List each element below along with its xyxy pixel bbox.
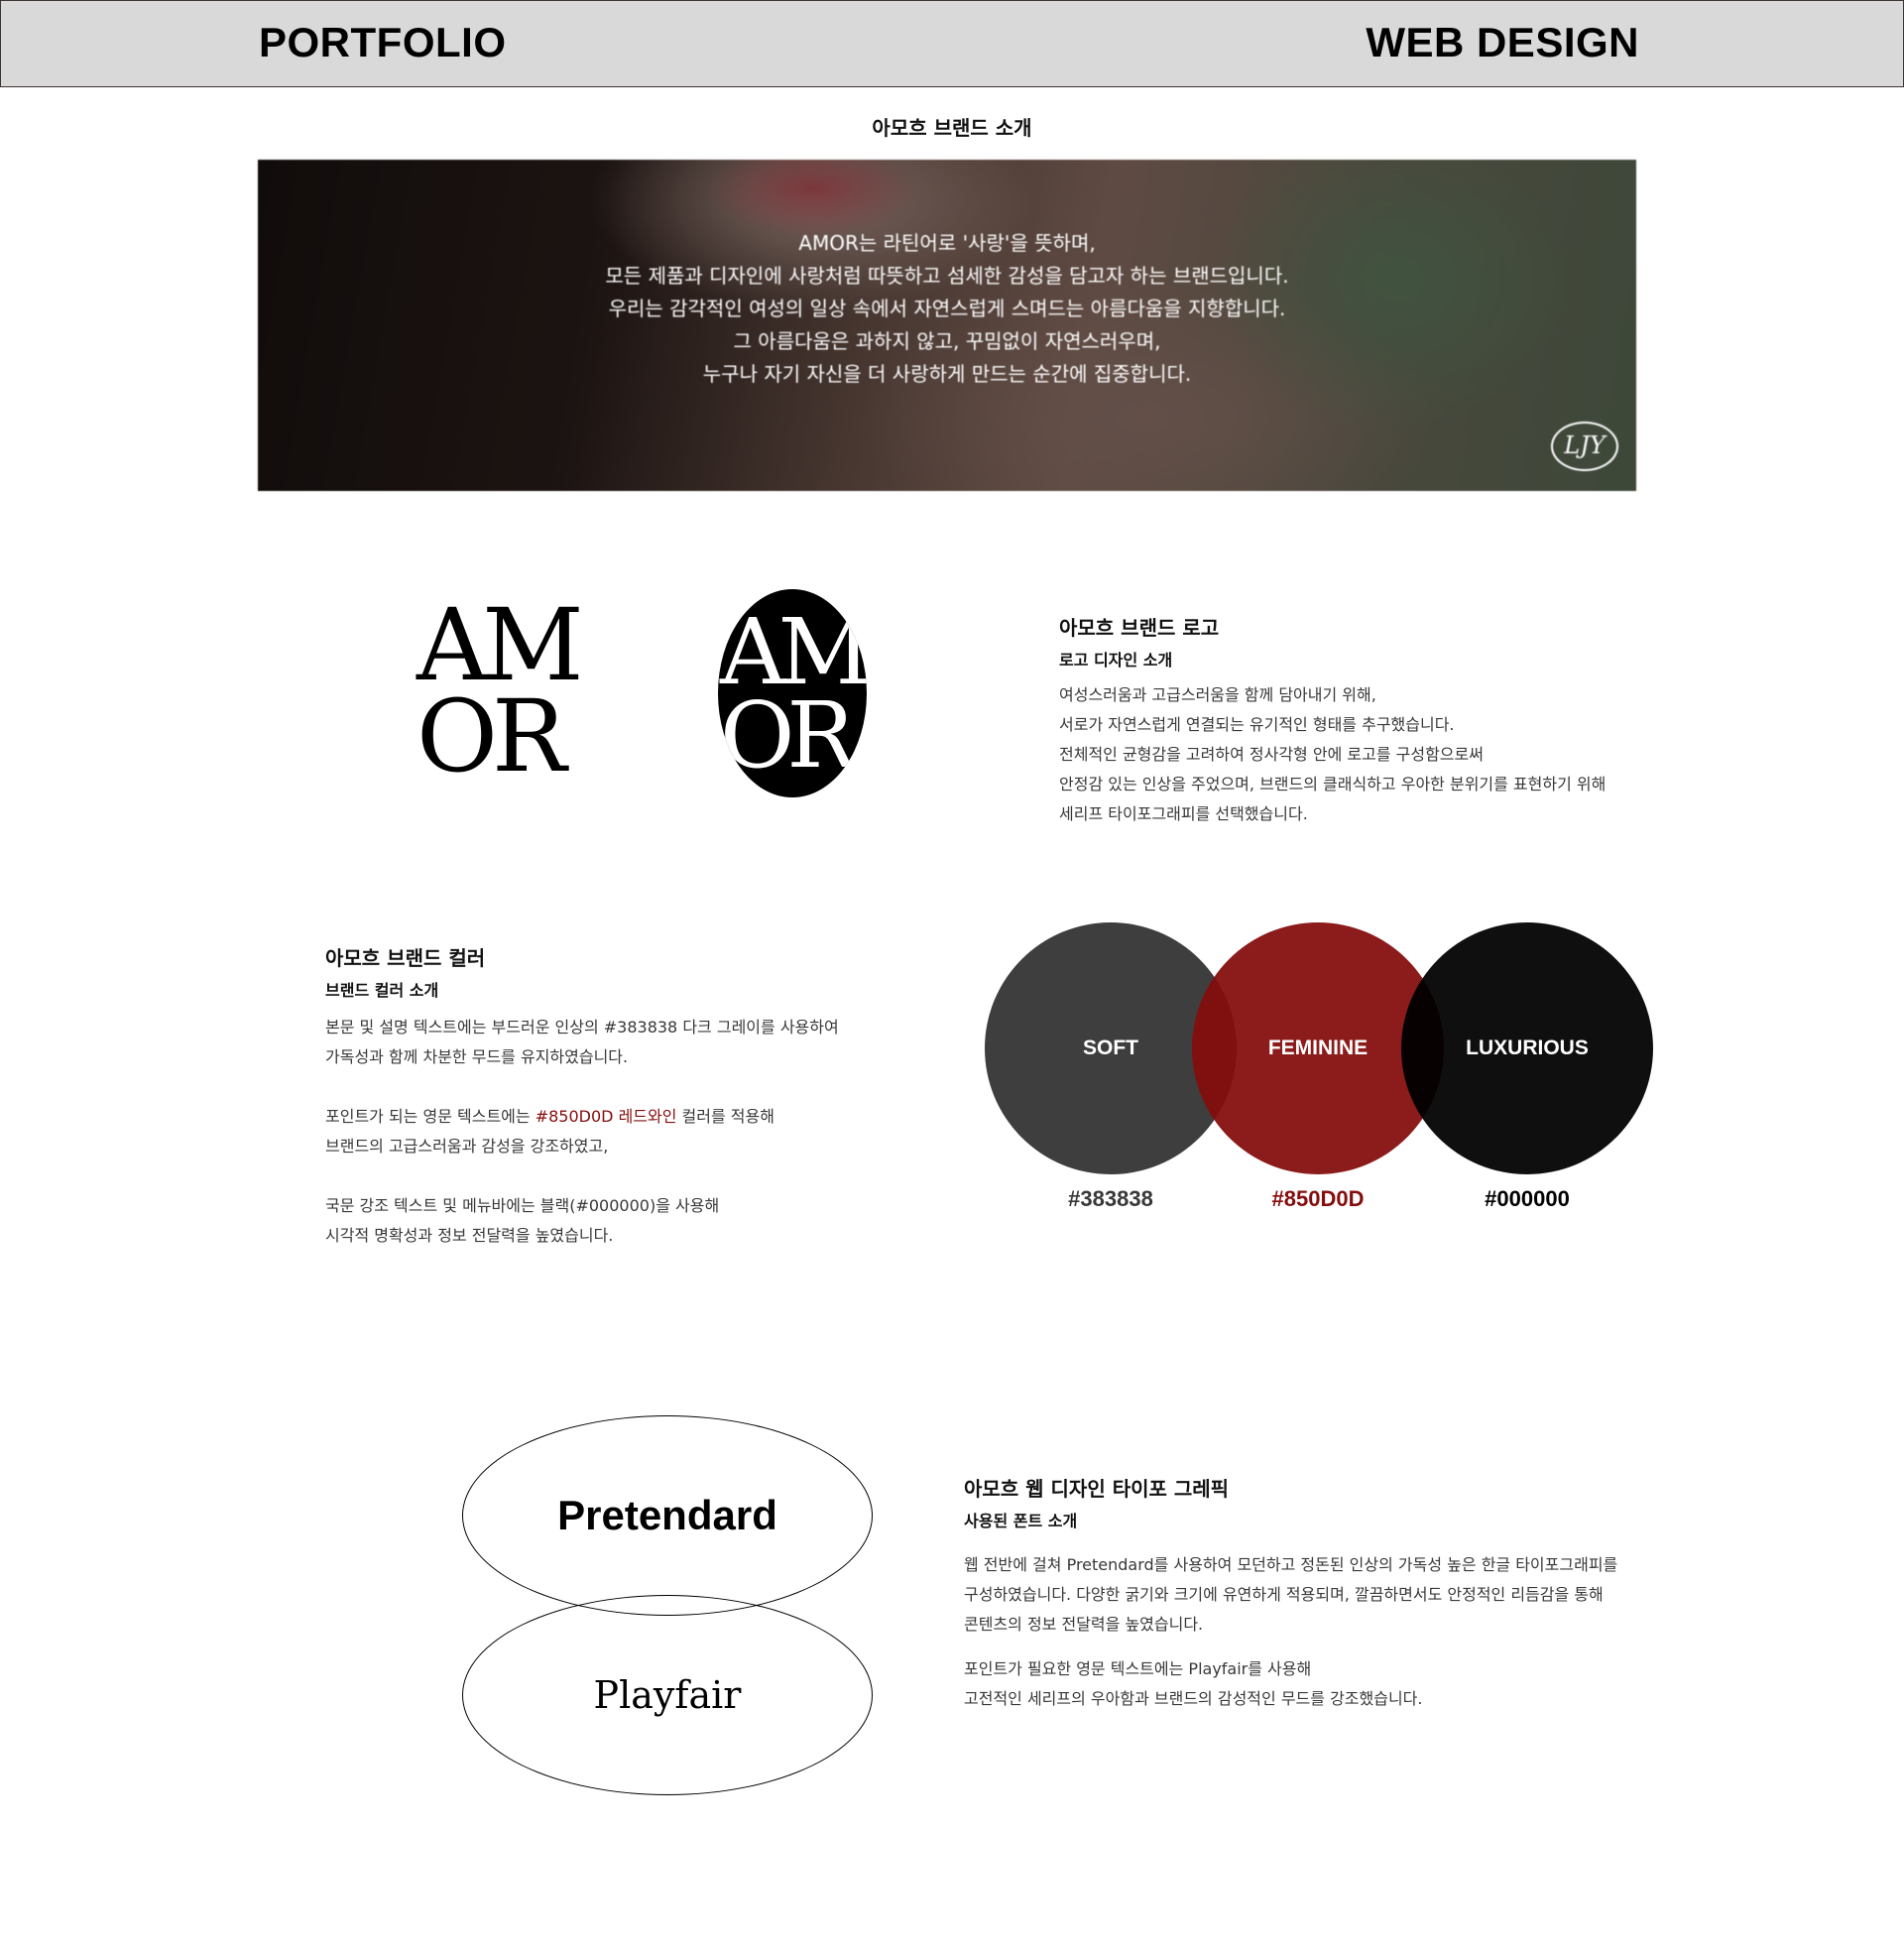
typography-description: 웹 전반에 걸쳐 Pretendard를 사용하여 모던하고 정돈된 인상의 가… — [964, 1550, 1617, 1640]
font-ellipse-pretendard: Pretendard — [462, 1415, 873, 1616]
color-desc-text: 포인트가 되는 영문 텍스트에는 — [325, 1107, 536, 1126]
hero-line: 그 아름다움은 과하지 않고, 꾸밈없이 자연스러우며, — [733, 329, 1161, 353]
hex-code-black: #000000 — [1485, 1186, 1570, 1211]
hex-code-red: #850D0D — [1271, 1186, 1365, 1211]
ljy-logo-badge: LJY — [1551, 422, 1618, 471]
color-desc-line: 브랜드의 고급스러움과 감성을 강조하였고, — [325, 1137, 609, 1156]
logo-desc-line: 서로가 자연스럽게 연결되는 유기적인 형태를 추구했습니다. — [1059, 715, 1455, 734]
amor-logo-plain: AM OR — [416, 596, 615, 794]
color-section-subtitle: 브랜드 컬러 소개 — [325, 981, 439, 1000]
amor-logo-oval: AM OR — [718, 589, 867, 797]
hero-line: 누구나 자기 자신을 더 사랑하게 만드는 순간에 집중합니다. — [702, 362, 1192, 386]
color-desc-line: 가독성과 함께 차분한 무드를 유지하였습니다. — [325, 1047, 629, 1066]
logo-desc-line: 여성스러움과 고급스러움을 함께 담아내기 위해, — [1059, 685, 1376, 704]
logo-section-subtitle: 로고 디자인 소개 — [1059, 651, 1173, 670]
typography-desc-line: 고전적인 세리프의 우아함과 브랜드의 감성적인 무드를 강조했습니다. — [964, 1689, 1423, 1708]
logo-desc-line: 전체적인 균형감을 고려하여 정사각형 안에 로고를 구성함으로써 — [1059, 745, 1484, 764]
logo-oval-line: OR — [720, 682, 856, 789]
logo-section-title: 아모흐 브랜드 로고 — [1059, 616, 1220, 640]
red-wine-highlight: #850D0D 레드와인 — [535, 1107, 677, 1126]
typography-desc-line: 포인트가 필요한 영문 텍스트에는 Playfair를 사용해 — [964, 1659, 1312, 1678]
color-description: 본문 및 설명 텍스트에는 부드러운 인상의 #383838 다크 그레이를 사… — [325, 1013, 839, 1251]
portfolio-label[interactable]: PORTFOLIO — [259, 19, 507, 66]
logo-desc-line: 세리프 타이포그래피를 선택했습니다. — [1059, 804, 1308, 823]
typography-desc-line: 콘텐츠의 정보 전달력을 높였습니다. — [964, 1615, 1204, 1634]
typography-section-subtitle: 사용된 폰트 소개 — [964, 1512, 1078, 1530]
logo-description: 여성스러움과 고급스러움을 함께 담아내기 위해, 서로가 자연스럽게 연결되는… — [1059, 680, 1606, 829]
hero-banner: AMOR는 라틴어로 '사랑'을 뜻하며, 모든 제품과 디자인에 사랑처럼 따… — [258, 160, 1636, 491]
color-desc-line: 본문 및 설명 텍스트에는 부드러운 인상의 #383838 다크 그레이를 사… — [325, 1018, 839, 1036]
typography-desc-line: 구성하였습니다. 다양한 굵기와 크기에 유연하게 적용되며, 깔끔하면서도 안… — [964, 1585, 1604, 1604]
color-circle-luxurious: LUXURIOUS — [1401, 922, 1653, 1174]
hero-line: AMOR는 라틴어로 '사랑'을 뜻하며, — [798, 231, 1096, 255]
typography-desc-line: 웹 전반에 걸쳐 Pretendard를 사용하여 모던하고 정돈된 인상의 가… — [964, 1555, 1618, 1574]
typography-description-2: 포인트가 필요한 영문 텍스트에는 Playfair를 사용해 고전적인 세리프… — [964, 1654, 1422, 1714]
typography-section-title: 아모흐 웹 디자인 타이포 그레픽 — [964, 1477, 1230, 1501]
color-desc-line: 포인트가 되는 영문 텍스트에는 #850D0D 레드와인 컬러를 적용해 — [325, 1102, 839, 1132]
font-name-pretendard: Pretendard — [557, 1492, 777, 1538]
font-ellipse-playfair: Playfair — [462, 1595, 873, 1795]
web-design-label[interactable]: WEB DESIGN — [1366, 19, 1639, 66]
logo-plain-line: OR — [416, 678, 566, 794]
color-desc-text: 컬러를 적용해 — [676, 1107, 774, 1126]
hero-line: 우리는 감각적인 여성의 일상 속에서 자연스럽게 스며드는 아름다움을 지향합… — [608, 297, 1286, 320]
hero-line: 모든 제품과 디자인에 사랑처럼 따뜻하고 섬세한 감성을 담고자 하는 브랜드… — [605, 264, 1289, 288]
font-name-playfair: Playfair — [593, 1673, 742, 1717]
hex-code-gray: #383838 — [1068, 1186, 1153, 1211]
color-section-title: 아모흐 브랜드 컬러 — [325, 946, 486, 970]
color-circle-label: LUXURIOUS — [1466, 1036, 1589, 1059]
color-desc-line: 시각적 명확성과 정보 전달력을 높였습니다. — [325, 1226, 614, 1245]
intro-title: 아모흐 브랜드 소개 — [872, 116, 1032, 140]
color-circle-label: SOFT — [1083, 1036, 1138, 1059]
color-desc-line: 국문 강조 텍스트 및 메뉴바에는 블랙(#000000)을 사용해 — [325, 1196, 720, 1215]
hero-text: AMOR는 라틴어로 '사랑'을 뜻하며, 모든 제품과 디자인에 사랑처럼 따… — [258, 227, 1636, 391]
logo-desc-line: 안정감 있는 인상을 주었으며, 브랜드의 클래식하고 우아한 분위기를 표현하… — [1059, 775, 1606, 793]
top-bar: PORTFOLIO WEB DESIGN — [0, 0, 1904, 87]
color-circle-label: FEMININE — [1267, 1036, 1368, 1059]
